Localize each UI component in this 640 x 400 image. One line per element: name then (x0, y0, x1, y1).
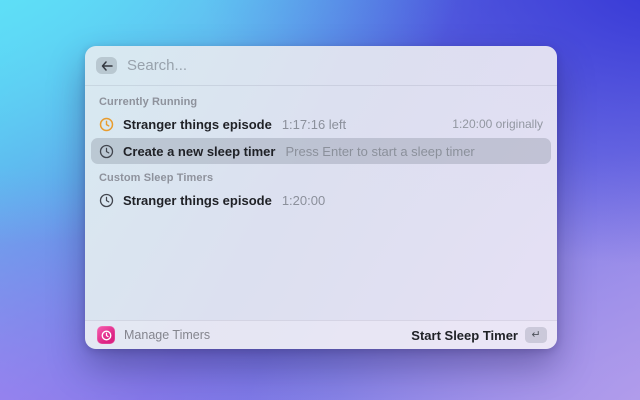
list-item-running-timer[interactable]: Stranger things episode 1:17:16 left 1:2… (91, 112, 551, 136)
start-sleep-timer-button[interactable]: Start Sleep Timer ↵ (409, 325, 549, 345)
list-item-subtitle: 1:20:00 (281, 192, 326, 208)
list-item-title: Create a new sleep timer (123, 143, 276, 159)
start-sleep-timer-label: Start Sleep Timer (411, 327, 518, 343)
enter-key-icon: ↵ (525, 327, 547, 343)
manage-timers-button[interactable]: Manage Timers (124, 328, 210, 342)
list-item-create-sleep-timer[interactable]: Create a new sleep timer Press Enter to … (91, 138, 551, 164)
sleep-timer-app-icon (97, 326, 115, 344)
footer-action-bar: Manage Timers Start Sleep Timer ↵ (85, 320, 557, 349)
clock-icon (99, 144, 114, 159)
search-input[interactable] (127, 57, 543, 74)
list-item-subtitle: Press Enter to start a sleep timer (285, 143, 475, 159)
list-item-subtitle: 1:17:16 left (281, 116, 347, 132)
list-item-custom-timer[interactable]: Stranger things episode 1:20:00 (91, 188, 551, 212)
desktop-background: Currently Running Stranger things episod… (0, 0, 640, 400)
section-header-currently-running: Currently Running (99, 96, 198, 108)
search-bar (85, 46, 557, 86)
list-item-title: Stranger things episode (123, 116, 272, 132)
section-header-custom-sleep-timers: Custom Sleep Timers (99, 172, 214, 184)
list-item-accessory: 1:20:00 originally (452, 117, 543, 131)
clock-icon-orange (99, 117, 114, 132)
left-arrow-icon (101, 60, 113, 71)
sleep-timer-launcher-window: Currently Running Stranger things episod… (85, 46, 557, 349)
clock-icon (99, 193, 114, 208)
results-list: Currently Running Stranger things episod… (85, 86, 557, 320)
back-button[interactable] (96, 57, 117, 74)
list-item-title: Stranger things episode (123, 192, 272, 208)
